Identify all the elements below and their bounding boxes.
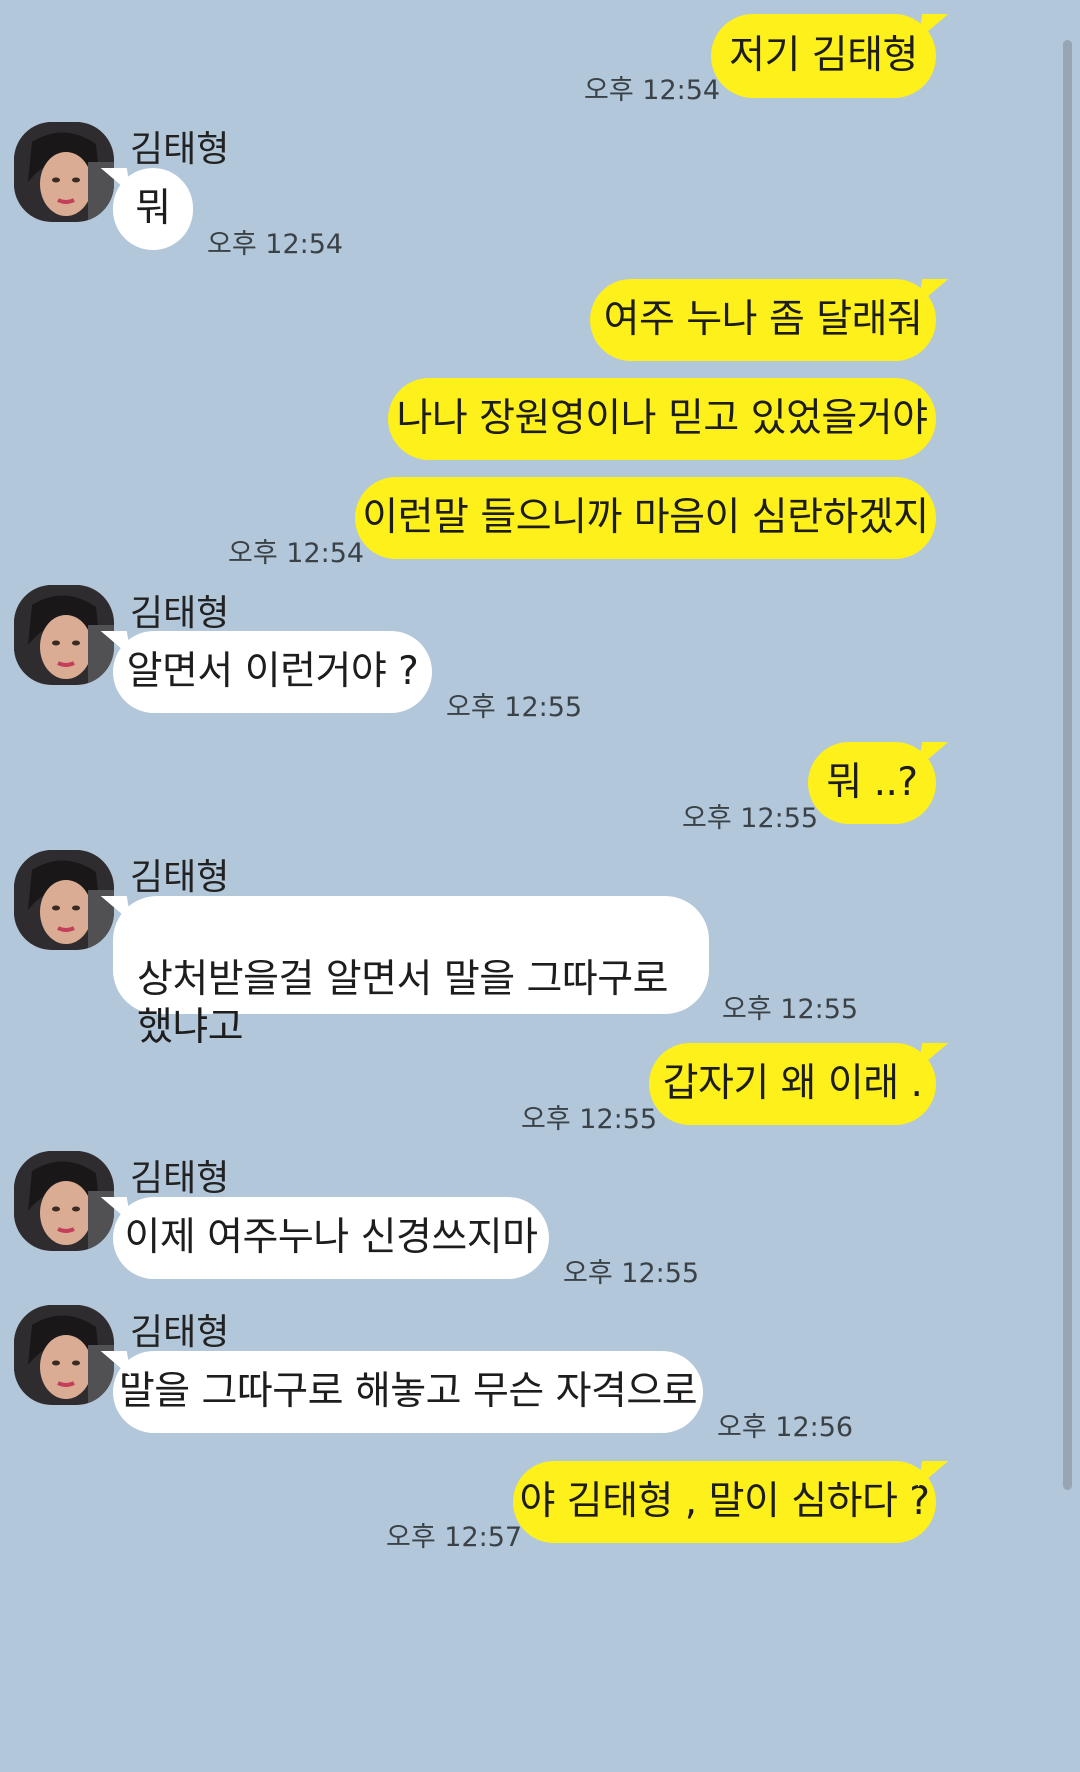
message-time: 오후 12:54	[228, 538, 365, 569]
contact-message-bubble[interactable]: 상처받을걸 알면서 말을 그따구로 했냐고	[113, 896, 709, 1050]
message-time: 오후 12:55	[722, 994, 859, 1025]
scrollbar[interactable]	[1063, 40, 1072, 1490]
contact-avatar[interactable]	[14, 585, 114, 685]
message-time: 오후 12:54	[584, 75, 721, 106]
contact-avatar[interactable]	[14, 1305, 114, 1405]
my-message-bubble[interactable]: 이런말 들으니까 마음이 심란하겠지	[355, 477, 936, 559]
my-message-bubble[interactable]: 나나 장원영이나 믿고 있었을거야	[388, 378, 936, 460]
message-text: 알면서 이런거야 ?	[126, 649, 419, 694]
sender-name: 김태형	[130, 1312, 230, 1353]
my-message-bubble[interactable]: 야 김태형 , 말이 심하다 ?	[513, 1461, 936, 1543]
message-time: 오후 12:55	[682, 803, 819, 834]
message-text: 갑자기 왜 이래 .	[662, 1061, 923, 1106]
contact-avatar[interactable]	[14, 850, 114, 950]
my-message-bubble[interactable]: 저기 김태형	[711, 14, 936, 98]
sender-name: 김태형	[130, 593, 230, 634]
message-time: 오후 12:55	[446, 692, 583, 723]
contact-avatar[interactable]	[14, 1151, 114, 1251]
message-time: 오후 12:55	[563, 1258, 700, 1289]
message-text: 상처받을걸 알면서 말을 그따구로 했냐고	[137, 957, 669, 1050]
message-text: 뭐	[135, 186, 171, 231]
contact-message-bubble[interactable]: 뭐	[113, 168, 193, 250]
sender-name: 김태형	[130, 1158, 230, 1199]
message-text: 여주 누나 좀 달래줘	[603, 297, 923, 342]
contact-message-bubble[interactable]: 말을 그따구로 해놓고 무슨 자격으로	[113, 1351, 703, 1433]
my-message-bubble[interactable]: 갑자기 왜 이래 .	[649, 1043, 936, 1125]
message-text: 뭐 ..?	[826, 760, 918, 805]
message-time: 오후 12:54	[207, 229, 344, 260]
sender-name: 김태형	[130, 857, 230, 898]
message-text: 말을 그따구로 해놓고 무슨 자격으로	[118, 1369, 698, 1414]
chat-area[interactable]: 저기 김태형 오후 12:54 김태형 뭐 오후 12:54 여주 누나 좀 달…	[0, 0, 1080, 1772]
message-text: 나나 장원영이나 믿고 있었을거야	[396, 396, 928, 441]
contact-avatar[interactable]	[14, 122, 114, 222]
contact-message-bubble[interactable]: 알면서 이런거야 ?	[113, 631, 432, 713]
message-text: 야 김태형 , 말이 심하다 ?	[519, 1479, 930, 1524]
my-message-bubble[interactable]: 여주 누나 좀 달래줘	[590, 279, 936, 361]
contact-message-bubble[interactable]: 이제 여주누나 신경쓰지마	[113, 1197, 549, 1279]
message-time: 오후 12:55	[521, 1104, 658, 1135]
message-text: 이제 여주누나 신경쓰지마	[124, 1215, 538, 1260]
message-time: 오후 12:57	[386, 1522, 523, 1553]
my-message-bubble[interactable]: 뭐 ..?	[808, 742, 936, 824]
message-time: 오후 12:56	[717, 1412, 854, 1443]
sender-name: 김태형	[130, 129, 230, 170]
message-text: 저기 김태형	[729, 33, 918, 78]
message-text: 이런말 들으니까 마음이 심란하겠지	[362, 495, 929, 540]
